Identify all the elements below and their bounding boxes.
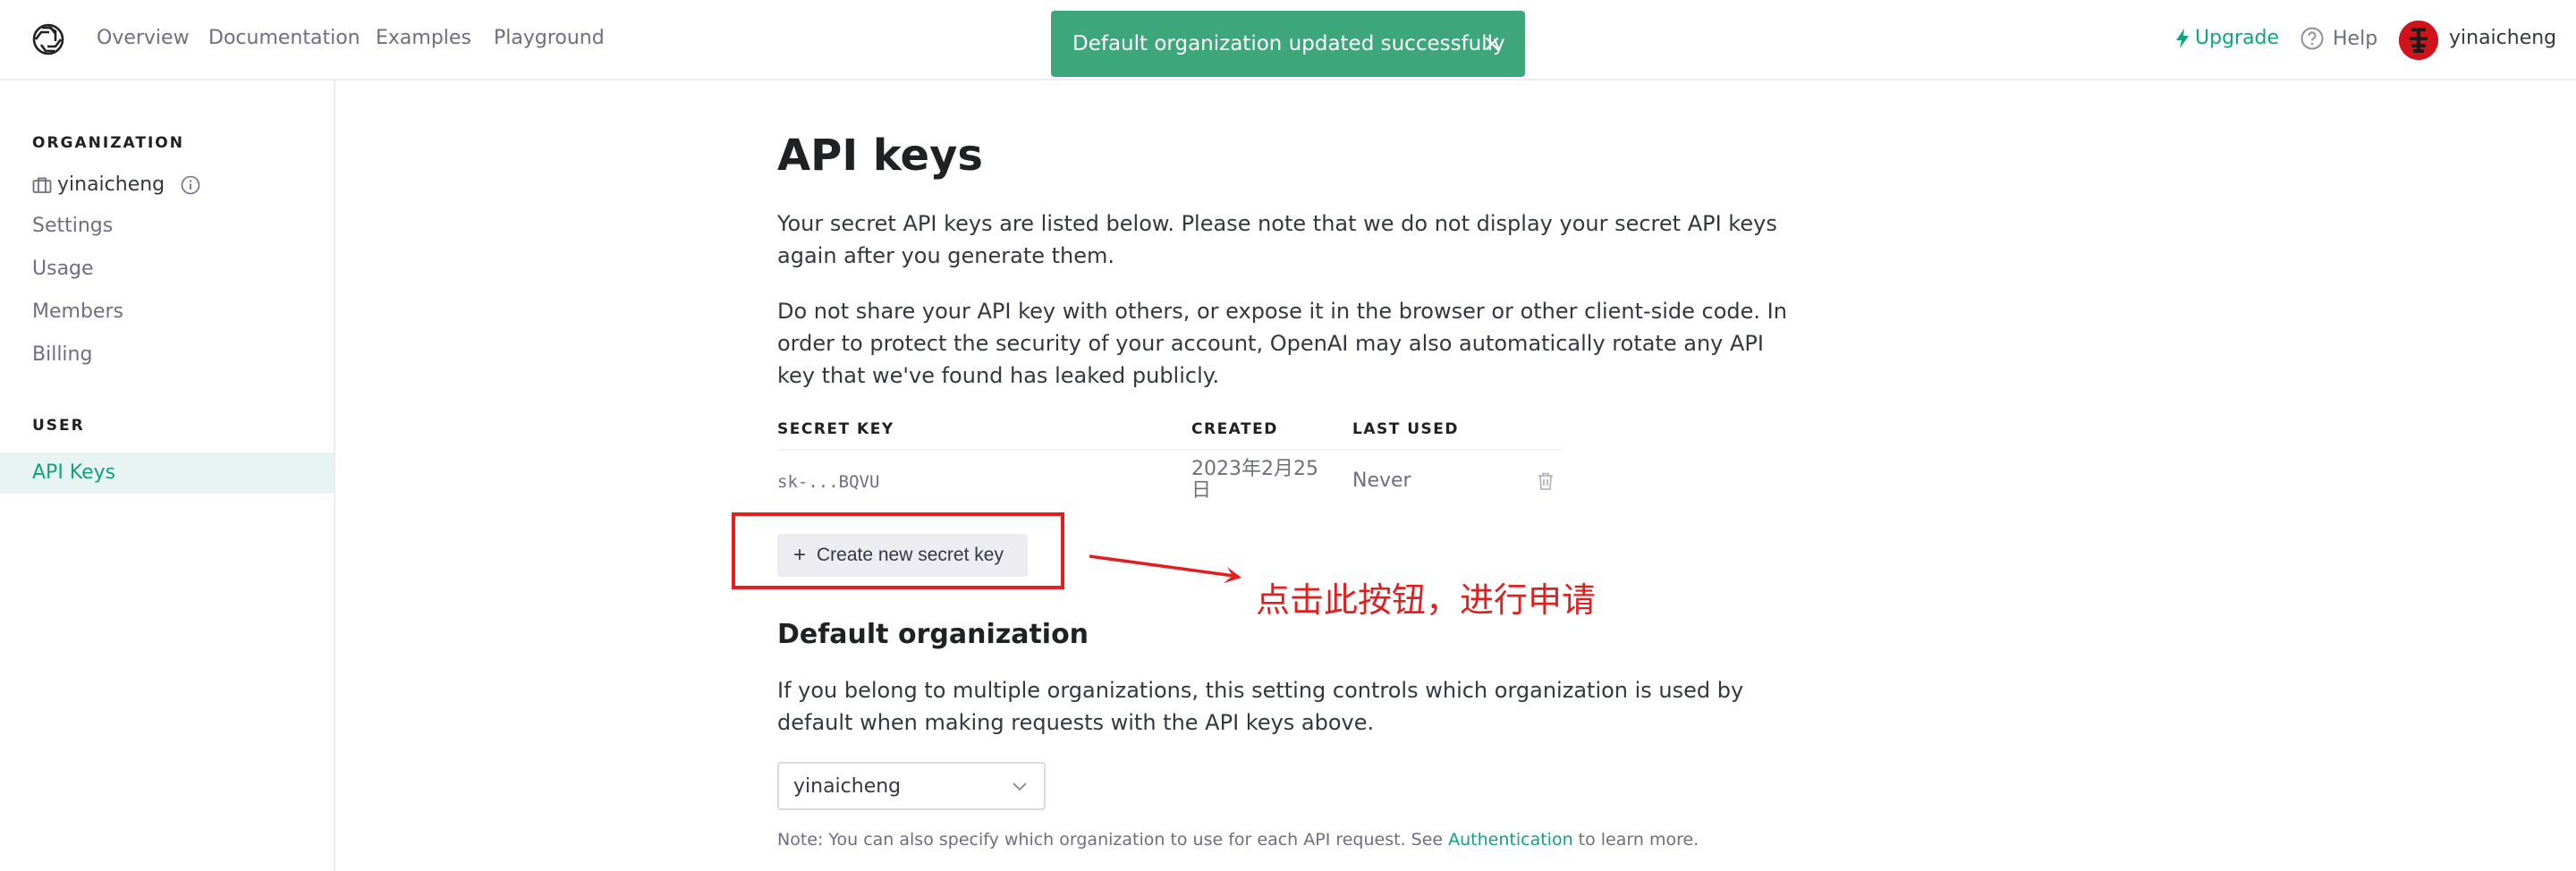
help-link[interactable]: Help <box>2301 27 2377 50</box>
sidebar-item-api-keys[interactable]: API Keys <box>0 452 334 494</box>
key-created-line1: 2023年2月25 <box>1191 458 1318 480</box>
info-icon[interactable] <box>181 175 200 195</box>
avatar-image-icon <box>2399 21 2438 60</box>
authentication-link[interactable]: Authentication <box>1448 830 1572 850</box>
close-icon[interactable]: × <box>1482 30 1502 57</box>
upgrade-link[interactable]: Upgrade <box>2175 27 2279 49</box>
note-prefix: Note: You can also specify which organiz… <box>777 830 1449 850</box>
help-icon <box>2301 27 2324 50</box>
trash-icon[interactable] <box>1537 471 1555 491</box>
default-org-description: If you belong to multiple organizations,… <box>777 678 1744 735</box>
col-header-secret-key: SECRET KEY <box>777 420 894 438</box>
nav-examples[interactable]: Examples <box>376 27 471 49</box>
sidebar-item-settings[interactable]: Settings <box>32 215 113 237</box>
username-label[interactable]: yinaicheng <box>2449 27 2556 49</box>
annotation-arrow-icon <box>1089 554 1241 583</box>
annotation-text: 点击此按钮，进行申请 <box>1256 580 1597 620</box>
sidebar-org-name[interactable]: yinaicheng <box>32 173 200 196</box>
default-org-title: Default organization <box>777 619 1089 650</box>
page-title: API keys <box>777 131 983 181</box>
sidebar-item-members[interactable]: Members <box>32 300 123 323</box>
default-org-select[interactable]: yinaicheng <box>777 762 1046 810</box>
col-header-last-used: LAST USED <box>1352 420 1460 438</box>
api-keys-description: Your secret API keys are listed below. P… <box>777 211 1777 268</box>
lightning-icon <box>2176 28 2189 48</box>
sidebar-item-api-keys-label: API Keys <box>32 461 116 484</box>
sidebar-item-usage[interactable]: Usage <box>32 258 94 280</box>
col-header-created: CREATED <box>1191 420 1278 438</box>
sidebar-item-billing[interactable]: Billing <box>32 343 92 366</box>
annotation-highlight-box <box>732 512 1064 589</box>
sidebar: ORGANIZATION yinaicheng Settings Usage M… <box>0 80 335 871</box>
avatar[interactable] <box>2399 21 2438 60</box>
nav-playground[interactable]: Playground <box>494 27 605 49</box>
note-text: Note: You can also specify which organiz… <box>777 830 1699 850</box>
note-suffix: to learn more. <box>1572 830 1699 850</box>
default-org-select-value: yinaicheng <box>793 774 902 798</box>
help-label: Help <box>2333 27 2378 50</box>
upgrade-label: Upgrade <box>2195 27 2280 49</box>
briefcase-icon <box>32 177 52 193</box>
key-created-line2: 日 <box>1191 479 1212 502</box>
openai-logo-icon[interactable] <box>30 21 66 57</box>
sidebar-section-user: USER <box>32 417 85 435</box>
key-created: 2023年2月25 日 <box>1191 459 1318 502</box>
key-last-used: Never <box>1352 469 1411 492</box>
api-keys-warning: Do not share your API key with others, o… <box>777 299 1787 388</box>
key-value: sk-...BQVU <box>777 472 880 492</box>
org-name-label: yinaicheng <box>57 173 165 196</box>
chevron-down-icon <box>1013 782 1027 791</box>
nav-documentation[interactable]: Documentation <box>208 27 360 49</box>
nav-overview[interactable]: Overview <box>97 27 190 49</box>
table-divider <box>777 450 1563 451</box>
toast-message: Default organization updated successfull… <box>1072 32 1505 55</box>
sidebar-section-organization: ORGANIZATION <box>32 134 184 152</box>
success-toast: Default organization updated successfull… <box>1051 11 1525 77</box>
